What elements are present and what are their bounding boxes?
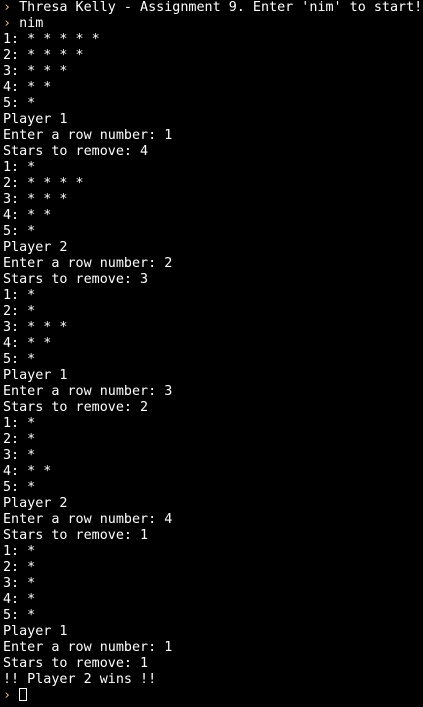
output-text: Stars to remove: 1 (3, 528, 149, 543)
output-text: 5: * (3, 480, 36, 495)
output-text: Enter a row number: 3 (3, 384, 173, 399)
output-text: 5: * (3, 352, 36, 367)
output-line: 4: * * (3, 464, 423, 480)
output-line: Stars to remove: 3 (3, 272, 423, 288)
output-text: Enter a row number: 2 (3, 256, 173, 271)
output-line: 2: * * * * (3, 176, 423, 192)
output-line: Enter a row number: 1 (3, 128, 423, 144)
output-text: 1: * (3, 544, 36, 559)
output-text: 5: * (3, 96, 36, 111)
output-line: Player 1 (3, 112, 423, 128)
output-line: Player 1 (3, 368, 423, 384)
output-line: 3: * (3, 448, 423, 464)
output-text: Player 2 (3, 496, 68, 511)
output-text: Enter a row number: 4 (3, 512, 173, 527)
output-line: 5: * (3, 352, 423, 368)
output-line: 2: * (3, 560, 423, 576)
output-line: 1: * (3, 416, 423, 432)
output-text: 2: * (3, 560, 36, 575)
output-text: 3: * * * (3, 320, 68, 335)
output-text: Stars to remove: 2 (3, 400, 149, 415)
output-text: 4: * * (3, 208, 52, 223)
output-line: 3: * * * (3, 320, 423, 336)
output-line: 2: * * * * (3, 48, 423, 64)
prompt-line: › Thresa Kelly - Assignment 9. Enter 'ni… (3, 0, 423, 16)
output-line: 5: * (3, 480, 423, 496)
output-line: 1: * (3, 288, 423, 304)
command-text: nim (19, 16, 44, 31)
output-line: Stars to remove: 4 (3, 144, 423, 160)
output-line: Player 2 (3, 240, 423, 256)
command-text: Thresa Kelly - Assignment 9. Enter 'nim'… (19, 0, 423, 15)
output-line: Stars to remove: 2 (3, 400, 423, 416)
output-text: !! Player 2 wins !! (3, 672, 157, 687)
output-line: 1: * (3, 160, 423, 176)
output-text: Player 1 (3, 112, 68, 127)
prompt-chevron-icon: › (3, 0, 12, 15)
output-text: 3: * * * (3, 64, 68, 79)
output-text: 1: * * * * * (3, 32, 100, 47)
prompt-line: › nim (3, 16, 423, 32)
output-text: Stars to remove: 4 (3, 144, 149, 159)
output-line: 4: * * (3, 80, 423, 96)
output-text: 1: * (3, 160, 36, 175)
output-line: 3: * (3, 576, 423, 592)
output-line: 1: * (3, 544, 423, 560)
output-line: 1: * * * * * (3, 32, 423, 48)
output-line: 3: * * * (3, 192, 423, 208)
output-line: Stars to remove: 1 (3, 528, 423, 544)
output-text: 2: * * * * (3, 48, 84, 63)
output-text: 3: * (3, 576, 36, 591)
output-text: 4: * * (3, 336, 52, 351)
output-line: 5: * (3, 608, 423, 624)
prompt-chevron-icon: › (3, 16, 12, 31)
output-line: 4: * * (3, 336, 423, 352)
output-text: 2: * (3, 304, 36, 319)
output-line: 3: * * * (3, 64, 423, 80)
output-text: Stars to remove: 3 (3, 272, 149, 287)
output-line: Enter a row number: 4 (3, 512, 423, 528)
output-text: 5: * (3, 608, 36, 623)
output-line: Player 2 (3, 496, 423, 512)
output-text: Player 1 (3, 624, 68, 639)
output-text: 2: * * * * (3, 176, 84, 191)
terminal-window[interactable]: › Thresa Kelly - Assignment 9. Enter 'ni… (0, 0, 423, 707)
output-text: Stars to remove: 1 (3, 656, 149, 671)
output-text: Player 1 (3, 368, 68, 383)
output-text: 3: * * * (3, 192, 68, 207)
output-text: 4: * (3, 592, 36, 607)
output-line: 4: * (3, 592, 423, 608)
output-text: Enter a row number: 1 (3, 640, 173, 655)
output-text: 1: * (3, 416, 36, 431)
output-line: 5: * (3, 224, 423, 240)
output-line: Enter a row number: 1 (3, 640, 423, 656)
output-line: Player 1 (3, 624, 423, 640)
output-text: 4: * * (3, 464, 52, 479)
input-line: › (3, 688, 423, 704)
output-line: 5: * (3, 96, 423, 112)
output-line: !! Player 2 wins !! (3, 672, 423, 688)
output-text: 5: * (3, 224, 36, 239)
text-cursor[interactable] (19, 688, 28, 701)
output-text: Enter a row number: 1 (3, 128, 173, 143)
output-text: 2: * (3, 432, 36, 447)
output-line: Enter a row number: 2 (3, 256, 423, 272)
output-text: Player 2 (3, 240, 68, 255)
output-text: 3: * (3, 448, 36, 463)
output-line: Stars to remove: 1 (3, 656, 423, 672)
output-line: 4: * * (3, 208, 423, 224)
output-line: 2: * (3, 432, 423, 448)
output-line: Enter a row number: 3 (3, 384, 423, 400)
prompt-chevron-icon: › (3, 688, 12, 703)
output-text: 1: * (3, 288, 36, 303)
output-text: 4: * * (3, 80, 52, 95)
output-line: 2: * (3, 304, 423, 320)
